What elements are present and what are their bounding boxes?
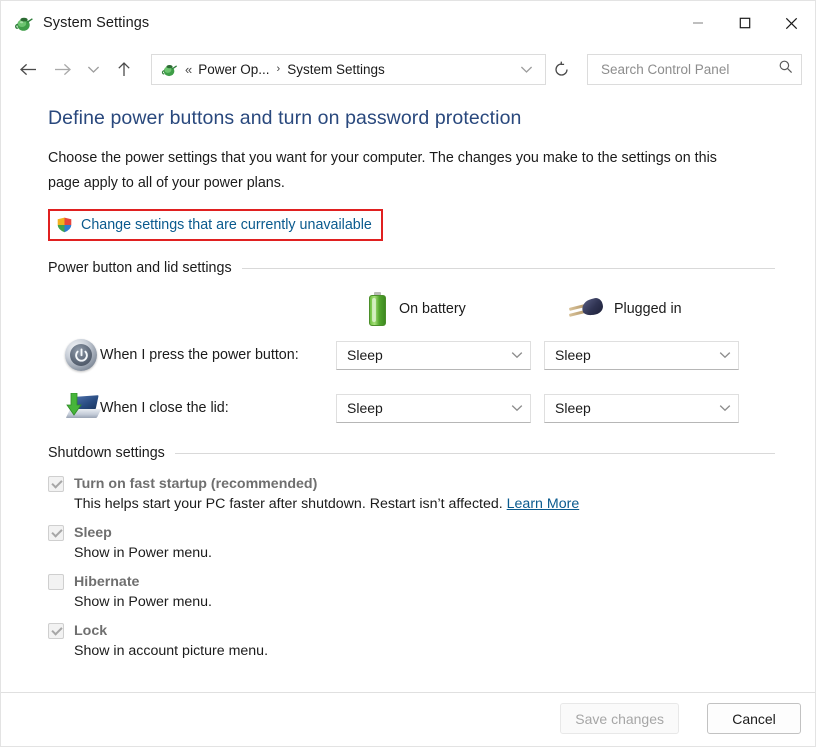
main-content: Define power buttons and turn on passwor… <box>1 93 815 746</box>
minimize-icon[interactable] <box>674 1 721 45</box>
power-button-plugged-in-dropdown[interactable]: Sleep <box>544 341 739 370</box>
chevron-down-icon <box>719 346 731 364</box>
lid-on-battery-value: Sleep <box>347 400 511 416</box>
column-header-on-battery-label: On battery <box>399 301 466 317</box>
fast-startup-description-text: This helps start your PC faster after sh… <box>74 496 507 512</box>
change-settings-highlight-box[interactable]: Change settings that are currently unava… <box>48 209 383 241</box>
breadcrumb-control-panel-icon <box>161 61 178 78</box>
control-panel-icon <box>14 13 34 33</box>
lid-row-label: When I close the lid: <box>100 400 336 416</box>
column-header-spacer <box>48 292 336 326</box>
sleep-label: Sleep <box>74 525 112 541</box>
forward-arrow-icon[interactable] <box>45 52 79 86</box>
section-shutdown-settings: Shutdown settings <box>48 445 775 461</box>
column-header-on-battery: On battery <box>336 292 544 326</box>
refresh-icon[interactable] <box>548 56 574 82</box>
search-input[interactable] <box>599 61 778 78</box>
back-arrow-icon[interactable] <box>11 52 45 86</box>
fast-startup-checkbox[interactable] <box>48 476 64 492</box>
lid-plugged-in-dropdown[interactable]: Sleep <box>544 394 739 423</box>
power-plug-icon <box>569 298 603 320</box>
maximize-icon[interactable] <box>721 1 768 45</box>
footer-actions: Save changes Cancel <box>1 691 815 746</box>
fast-startup-label: Turn on fast startup (recommended) <box>74 476 317 492</box>
navigation-bar: « Power Op... › System Settings <box>1 45 815 93</box>
breadcrumb-current[interactable]: System Settings <box>287 62 385 77</box>
breadcrumb-separator: › <box>277 63 281 75</box>
system-settings-window: System Settings <box>0 0 816 747</box>
column-header-plugged-in-label: Plugged in <box>614 301 682 317</box>
power-button-plugged-in-value: Sleep <box>555 347 719 363</box>
window-controls <box>674 1 815 45</box>
battery-icon <box>369 292 386 326</box>
laptop-lid-icon <box>65 393 100 423</box>
search-icon[interactable] <box>778 59 793 79</box>
lid-on-battery-dropdown[interactable]: Sleep <box>336 394 531 423</box>
section-power-button-and-lid: Power button and lid settings <box>48 260 775 276</box>
section-divider <box>175 453 775 454</box>
title-bar: System Settings <box>1 1 815 45</box>
up-arrow-icon[interactable] <box>107 52 141 86</box>
row-icon-cell <box>48 393 100 423</box>
section-shutdown-label: Shutdown settings <box>48 445 165 461</box>
column-header-plugged-in: Plugged in <box>544 292 752 326</box>
hibernate-checkbox[interactable] <box>48 574 64 590</box>
cancel-button[interactable]: Cancel <box>707 703 801 734</box>
section-divider <box>242 268 775 269</box>
lock-description: Show in account picture menu. <box>74 643 775 659</box>
setting-row: When I press the power button: Sleep Sle… <box>48 339 775 371</box>
setting-row: When I close the lid: Sleep Sleep <box>48 393 775 423</box>
lock-label: Lock <box>74 623 107 639</box>
breadcrumb-chevron-down-icon[interactable] <box>513 56 539 82</box>
list-item: Hibernate Show in Power menu. <box>48 574 775 610</box>
list-item: Lock Show in account picture menu. <box>48 623 775 659</box>
recent-locations-chevron-down-icon[interactable] <box>79 52 107 86</box>
lid-plugged-in-value: Sleep <box>555 400 719 416</box>
fast-startup-description: This helps start your PC faster after sh… <box>74 496 775 512</box>
page-description: Choose the power settings that you want … <box>48 146 748 196</box>
breadcrumb-overflow[interactable]: « <box>185 62 192 77</box>
column-headers: On battery Plugged in <box>48 292 775 326</box>
shutdown-options-list: Turn on fast startup (recommended) This … <box>48 476 775 659</box>
close-icon[interactable] <box>768 1 815 45</box>
hibernate-description: Show in Power menu. <box>74 594 775 610</box>
power-button-icon <box>65 339 97 371</box>
sleep-checkbox[interactable] <box>48 525 64 541</box>
uac-shield-icon <box>56 216 73 234</box>
save-changes-button[interactable]: Save changes <box>560 703 679 734</box>
section-power-lid-label: Power button and lid settings <box>48 260 232 276</box>
sleep-description: Show in Power menu. <box>74 545 775 561</box>
breadcrumb[interactable]: « Power Op... › System Settings <box>151 54 546 85</box>
list-item: Sleep Show in Power menu. <box>48 525 775 561</box>
breadcrumb-parent[interactable]: Power Op... <box>198 62 269 77</box>
power-button-row-label: When I press the power button: <box>100 347 336 363</box>
list-item: Turn on fast startup (recommended) This … <box>48 476 775 512</box>
search-box[interactable] <box>587 54 802 85</box>
learn-more-link[interactable]: Learn More <box>507 496 580 512</box>
change-settings-link[interactable]: Change settings that are currently unava… <box>81 217 372 233</box>
power-button-on-battery-value: Sleep <box>347 347 511 363</box>
hibernate-label: Hibernate <box>74 574 139 590</box>
chevron-down-icon <box>511 346 523 364</box>
lock-checkbox[interactable] <box>48 623 64 639</box>
chevron-down-icon <box>511 399 523 417</box>
row-icon-cell <box>48 339 100 371</box>
window-title: System Settings <box>43 15 149 31</box>
page-title: Define power buttons and turn on passwor… <box>48 107 775 130</box>
chevron-down-icon <box>719 399 731 417</box>
power-button-on-battery-dropdown[interactable]: Sleep <box>336 341 531 370</box>
